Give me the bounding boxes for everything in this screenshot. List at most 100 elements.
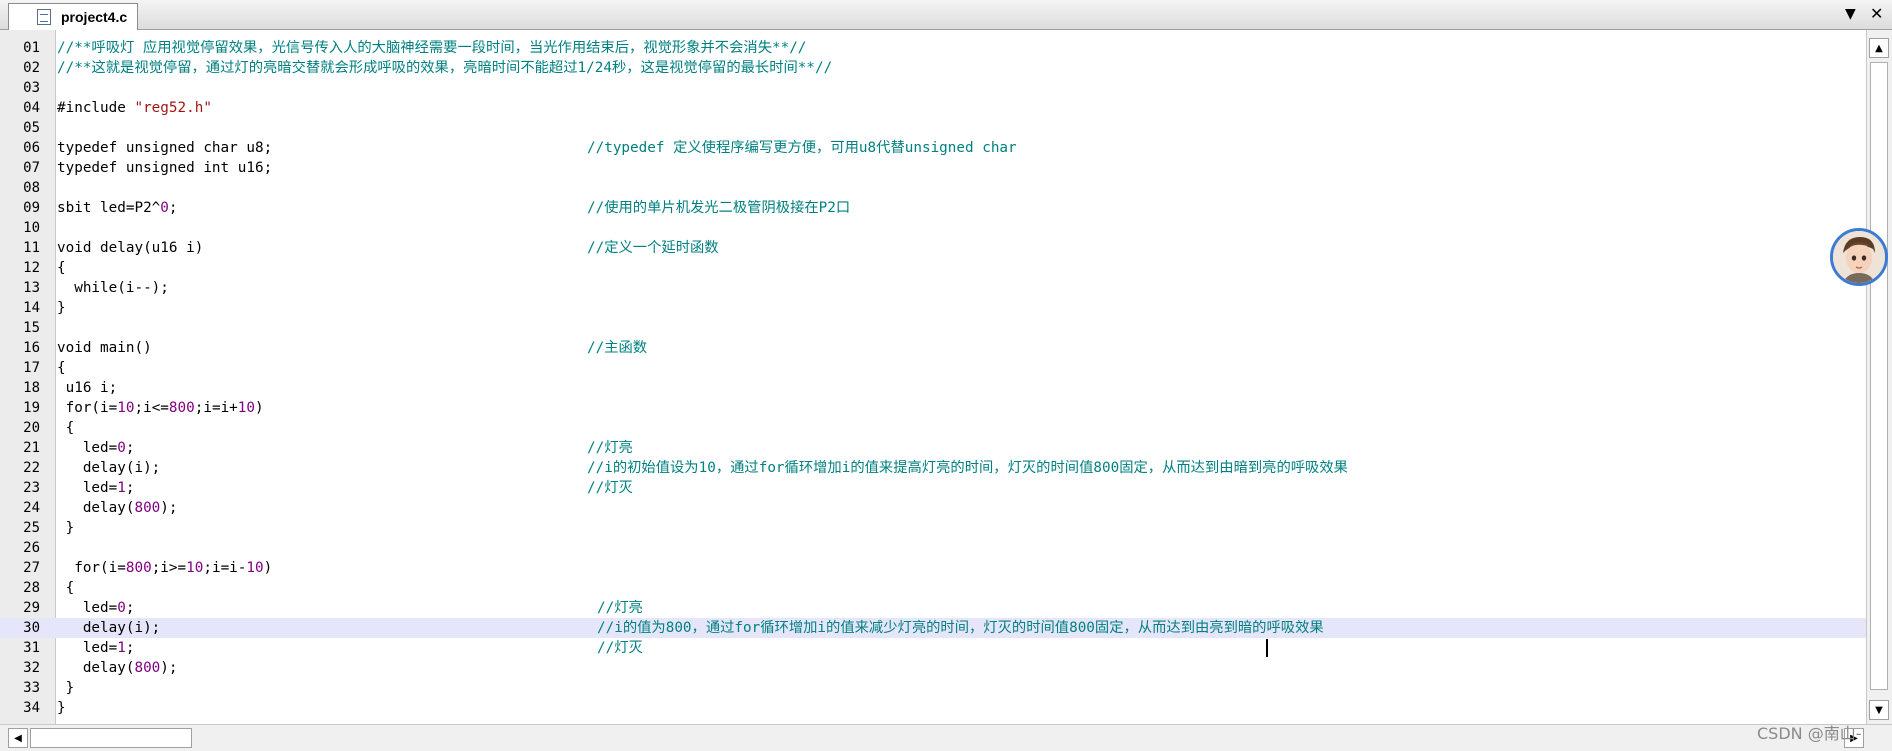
line-number: 02: [23, 60, 40, 76]
line-number: 09: [23, 200, 40, 216]
code-text: typedef unsigned char u8;: [57, 138, 272, 158]
code-line[interactable]: 34}: [0, 698, 1866, 718]
code-line[interactable]: 02 //**这就是视觉停留，通过灯的亮暗交替就会形成呼吸的效果，亮暗时间不能超过…: [0, 58, 1866, 78]
code-comment: //typedef 定义使程序编写更方便，可用u8代替unsigned char: [587, 140, 1017, 156]
code-line[interactable]: 05: [0, 118, 1866, 138]
code-token: {: [57, 580, 75, 596]
vertical-scrollbar[interactable]: ▲ ▼: [1866, 30, 1892, 724]
code-token: 1: [117, 640, 126, 656]
code-line[interactable]: 18 u16 i;: [0, 378, 1866, 398]
line-number: 20: [23, 420, 40, 436]
code-text: {: [57, 258, 66, 278]
code-line[interactable]: 14}: [0, 298, 1866, 318]
code-line[interactable]: 01 //**呼吸灯 应用视觉停留效果，光信号传入人的大脑神经需要一段时间，当光作…: [0, 38, 1866, 58]
code-line[interactable]: 21 led=0; //灯亮: [0, 438, 1866, 458]
code-line[interactable]: 25 }: [0, 518, 1866, 538]
code-line[interactable]: 33 }: [0, 678, 1866, 698]
code-token: }: [57, 520, 75, 536]
line-number: 31: [23, 640, 40, 656]
code-text: }: [57, 678, 75, 698]
code-line[interactable]: 17 {: [0, 358, 1866, 378]
code-token: void delay(u16 i): [57, 240, 204, 256]
code-line[interactable]: 27 for(i=800;i>=10;i=i-10): [0, 558, 1866, 578]
code-line[interactable]: 26: [0, 538, 1866, 558]
code-text: //**呼吸灯 应用视觉停留效果，光信号传入人的大脑神经需要一段时间，当光作用结…: [57, 38, 806, 58]
code-comment: //使用的单片机发光二极管阴极接在P2口: [587, 200, 851, 216]
code-token: );: [160, 660, 178, 676]
code-line[interactable]: 11 void delay(u16 i) //定义一个延时函数: [0, 238, 1866, 258]
code-line[interactable]: 06 typedef unsigned char u8; //typedef 定义使…: [0, 138, 1866, 158]
scroll-down-icon[interactable]: ▼: [1869, 700, 1889, 720]
code-token: delay(: [57, 660, 135, 676]
code-token: typedef unsigned char u8;: [57, 140, 273, 156]
code-line[interactable]: 19 for(i=10;i<=800;i=i+10): [0, 398, 1866, 418]
code-line[interactable]: 22 delay(i); //i的初始值设为10，通过for循环增加i的值来提高灯…: [0, 458, 1866, 478]
horizontal-scroll-thumb[interactable]: [30, 728, 192, 748]
file-tab-label: project4.c: [61, 9, 128, 25]
code-line[interactable]: 12 {: [0, 258, 1866, 278]
code-line[interactable]: 03: [0, 78, 1866, 98]
avatar[interactable]: [1830, 228, 1888, 286]
code-token: //**这就是视觉停留，通过灯的亮暗交替就会形成呼吸的效果，亮暗时间不能超过1/…: [57, 60, 833, 76]
code-token: ;: [168, 200, 178, 216]
line-number: 23: [23, 480, 40, 496]
code-line[interactable]: 32 delay(800);: [0, 658, 1866, 678]
code-text: }: [57, 698, 66, 718]
code-line[interactable]: 31 led=1; //灯灭: [0, 638, 1866, 658]
line-number: 11: [23, 240, 40, 256]
code-token: {: [57, 420, 75, 436]
scroll-left-icon[interactable]: ◀: [8, 728, 28, 748]
line-number: 27: [23, 560, 40, 576]
code-token: 800: [134, 660, 161, 676]
code-token: 0: [160, 200, 169, 216]
code-token: #include: [57, 100, 135, 116]
code-line[interactable]: 09 sbit led=P2^0; //使用的单片机发光二极管阴极接在P2口: [0, 198, 1866, 218]
code-line[interactable]: 15: [0, 318, 1866, 338]
scroll-up-icon[interactable]: ▲: [1869, 38, 1889, 58]
line-number: 12: [23, 260, 40, 276]
code-line[interactable]: 20 {: [0, 418, 1866, 438]
close-icon[interactable]: ✕: [1870, 4, 1883, 23]
code-comment: //定义一个延时函数: [587, 240, 719, 256]
code-line[interactable]: 07 typedef unsigned int u16;: [0, 158, 1866, 178]
code-text: for(i=800;i>=10;i=i-10): [57, 558, 272, 578]
code-token: 10: [237, 400, 256, 416]
file-tab[interactable]: project4.c: [8, 3, 138, 30]
code-text: led=0;: [57, 598, 135, 618]
code-area[interactable]: 01//**呼吸灯 应用视觉停留效果，光信号传入人的大脑神经需要一段时间，当光作…: [0, 38, 1866, 718]
code-line[interactable]: 24 delay(800);: [0, 498, 1866, 518]
code-comment: //i的初始值设为10，通过for循环增加i的值来提高灯亮的时间，灯灭的时间值8…: [587, 460, 1348, 476]
line-number: 03: [23, 80, 40, 96]
code-token: while(i--);: [57, 280, 169, 296]
code-line[interactable]: 30 delay(i); //i的值为800，通过for循环增加i的值来减少灯亮的…: [0, 618, 1866, 638]
vertical-scroll-thumb[interactable]: [1870, 62, 1888, 690]
code-token: led=: [57, 440, 118, 456]
code-token: sbit led=P2^: [57, 200, 161, 216]
code-line[interactable]: 13 while(i--);: [0, 278, 1866, 298]
code-token: 1: [117, 480, 126, 496]
code-line[interactable]: 16 void main() //主函数: [0, 338, 1866, 358]
code-line[interactable]: 23 led=1; //灯灭: [0, 478, 1866, 498]
code-text: {: [57, 358, 66, 378]
line-number: 01: [23, 40, 40, 56]
line-number: 18: [23, 380, 40, 396]
code-text: {: [57, 418, 75, 438]
code-token: 10: [117, 400, 135, 416]
chevron-down-icon[interactable]: ▼: [1845, 6, 1856, 22]
code-editor[interactable]: 01//**呼吸灯 应用视觉停留效果，光信号传入人的大脑神经需要一段时间，当光作…: [0, 30, 1866, 724]
code-line[interactable]: 10: [0, 218, 1866, 238]
code-comment: //灯亮: [587, 440, 633, 456]
code-token: ): [263, 560, 273, 576]
line-number: 30: [23, 620, 40, 636]
code-text: }: [57, 518, 75, 538]
code-line[interactable]: 29 led=0; //灯亮: [0, 598, 1866, 618]
code-token: }: [57, 300, 66, 316]
code-comment: //i的值为800，通过for循环增加i的值来减少灯亮的时间，灯灭的时间值800…: [597, 620, 1324, 636]
code-token: 800: [125, 560, 152, 576]
horizontal-scrollbar[interactable]: ◀ ▶: [0, 724, 1892, 751]
code-comment: //灯灭: [587, 480, 633, 496]
code-line[interactable]: 04 #include "reg52.h": [0, 98, 1866, 118]
code-text: led=0;: [57, 438, 135, 458]
code-line[interactable]: 28 {: [0, 578, 1866, 598]
code-line[interactable]: 08: [0, 178, 1866, 198]
